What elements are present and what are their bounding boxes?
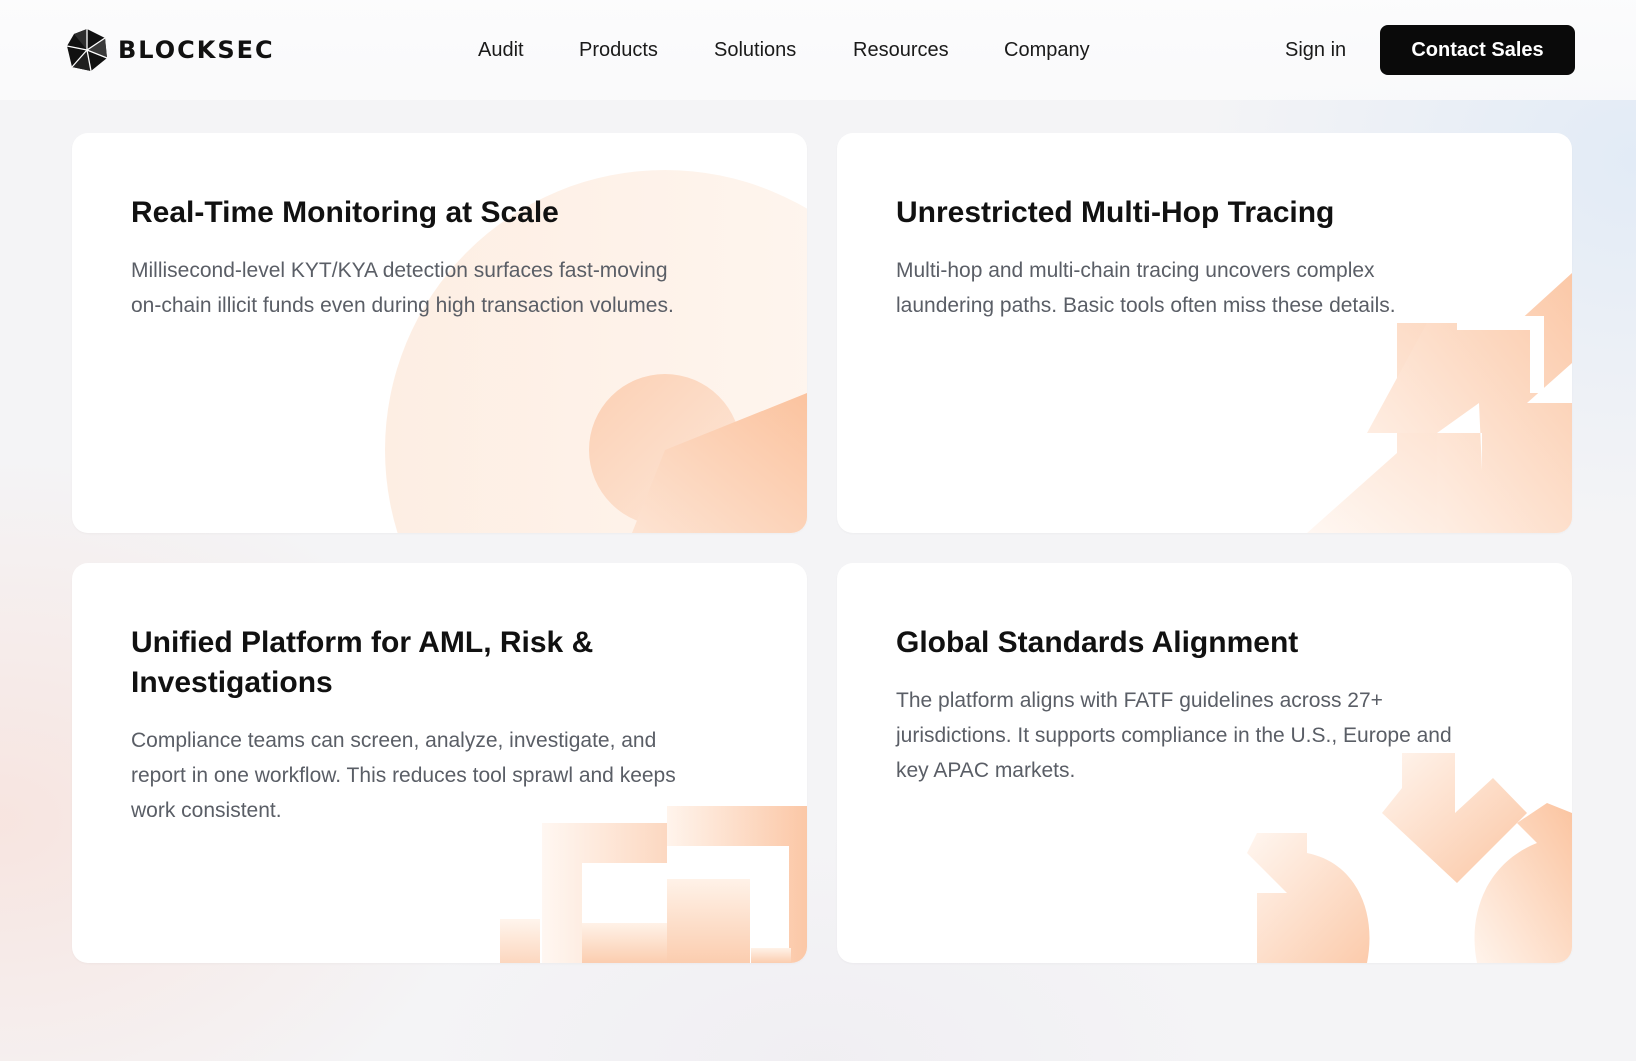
nav-item-audit[interactable]: Audit bbox=[478, 36, 524, 64]
card-description: Multi-hop and multi-chain tracing uncove… bbox=[896, 259, 1396, 317]
nav-item-company[interactable]: Company bbox=[1004, 36, 1090, 64]
feature-card-monitoring: Real-Time Monitoring at Scale Millisecon… bbox=[72, 133, 807, 533]
feature-card-unified-platform: Unified Platform for AML, Risk & Investi… bbox=[72, 563, 807, 963]
nav-item-products[interactable]: Products bbox=[579, 36, 658, 64]
nav-item-resources[interactable]: Resources bbox=[853, 36, 949, 64]
card-description: Millisecond-level KYT/KYA detection surf… bbox=[131, 259, 674, 317]
card-title: Real-Time Monitoring at Scale bbox=[131, 196, 559, 229]
card-description: The platform aligns with FATF guidelines… bbox=[896, 689, 1452, 782]
sign-in-link[interactable]: Sign in bbox=[1285, 36, 1346, 64]
card-title: Unified Platform for AML, Risk & Investi… bbox=[131, 626, 594, 699]
blocksec-logo-icon bbox=[66, 29, 108, 72]
card-title: Unrestricted Multi-Hop Tracing bbox=[896, 196, 1335, 229]
card-description: Compliance teams can screen, analyze, in… bbox=[131, 729, 676, 822]
card-title: Global Standards Alignment bbox=[896, 626, 1299, 659]
feature-card-global-standards: Global Standards Alignment The platform … bbox=[837, 563, 1572, 963]
logo-wordmark: BLOCKSEC bbox=[118, 36, 275, 64]
nav-item-solutions[interactable]: Solutions bbox=[714, 36, 796, 64]
site-header: BLOCKSEC Audit Products Solutions Resour… bbox=[0, 0, 1636, 100]
feature-card-tracing: Unrestricted Multi-Hop Tracing Multi-hop… bbox=[837, 133, 1572, 533]
contact-sales-button[interactable]: Contact Sales bbox=[1380, 25, 1575, 75]
blocksec-logo[interactable]: BLOCKSEC bbox=[66, 28, 275, 72]
